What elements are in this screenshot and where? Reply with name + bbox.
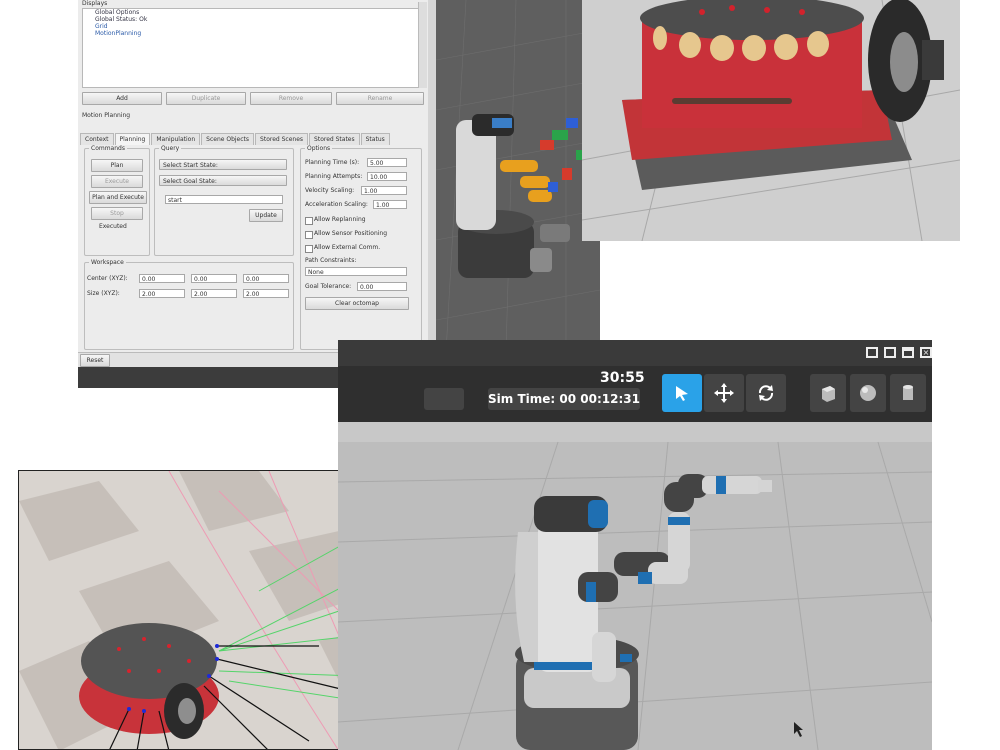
duplicate-button[interactable]: Duplicate	[166, 92, 246, 105]
reset-button[interactable]: Reset	[80, 354, 110, 367]
box-shape-button[interactable]	[810, 374, 846, 412]
rotate-icon	[758, 385, 774, 401]
gazebo-toolbar: 30:55 Sim Time: 00 00:12:31	[338, 366, 932, 422]
cylinder-icon	[903, 385, 913, 400]
translate-icon	[714, 383, 734, 403]
plan-and-execute-button[interactable]: Plan and Execute	[89, 191, 147, 204]
accel-scaling-field[interactable]: 1.00	[373, 200, 407, 209]
center-label: Center (XYZ):	[87, 275, 128, 282]
displays-title: Displays	[82, 0, 108, 7]
allow-external-checkbox[interactable]	[305, 245, 313, 253]
path-constraints-label: Path Constraints:	[305, 257, 357, 264]
minimize-icon[interactable]	[884, 347, 896, 358]
display-buttons-row: Add Duplicate Remove Rename	[78, 92, 428, 105]
tree-scrollbar[interactable]	[418, 2, 427, 88]
tab-context[interactable]: Context	[80, 133, 114, 145]
update-button[interactable]: Update	[249, 209, 283, 222]
rename-button[interactable]: Rename	[336, 92, 424, 105]
gazebo-window: × 30:55 Sim Time: 00 00:12:31	[338, 340, 932, 750]
displays-tree[interactable]: Global Options Global Status: Ok Grid Mo…	[82, 8, 424, 88]
center-z-field[interactable]: 0.00	[243, 274, 289, 283]
cylinder-shape-button[interactable]	[890, 374, 926, 412]
turtlebot-closeup-view[interactable]	[582, 0, 960, 241]
allow-replanning-label: Allow Replanning	[314, 216, 366, 223]
workspace-title: Workspace	[89, 259, 126, 266]
velocity-scaling-label: Velocity Scaling:	[305, 187, 355, 194]
translate-tool-button[interactable]	[704, 374, 744, 412]
options-group: Options Planning Time (s): 5.00 Planning…	[300, 145, 422, 350]
sphere-icon	[860, 385, 876, 401]
rviz-window: Displays Global Options Global Status: O…	[78, 0, 600, 388]
tree-item-global-status[interactable]: Global Status: Ok	[83, 16, 423, 23]
execution-status: Executed	[99, 223, 127, 230]
planning-attempts-field[interactable]: 10.00	[367, 172, 407, 181]
commands-title: Commands	[89, 145, 127, 152]
allow-sensor-checkbox[interactable]	[305, 231, 313, 239]
center-y-field[interactable]: 0.00	[191, 274, 237, 283]
tab-status[interactable]: Status	[360, 133, 390, 145]
rviz-3d-view[interactable]	[436, 0, 600, 352]
options-title: Options	[305, 145, 333, 152]
plan-button[interactable]: Plan	[91, 159, 143, 172]
planning-tabs: Context Planning Manipulation Scene Objects…	[80, 126, 391, 145]
select-goal-state[interactable]: Select Goal State:	[159, 175, 287, 186]
stop-button[interactable]: Stop	[91, 207, 143, 220]
goal-tolerance-field[interactable]: 0.00	[357, 282, 407, 291]
add-button[interactable]: Add	[82, 92, 162, 105]
select-tool-button[interactable]	[662, 374, 702, 412]
gazebo-title-bar: ×	[338, 340, 932, 366]
sim-time-readout: Sim Time: 00 00:12:31	[488, 388, 640, 410]
real-time-readout: 30:55	[600, 370, 645, 386]
tab-stored-states[interactable]: Stored States	[309, 133, 360, 145]
motion-planning-title: Motion Planning	[82, 112, 131, 119]
panel-splitter[interactable]	[428, 0, 436, 352]
tab-manipulation[interactable]: Manipulation	[151, 133, 201, 145]
rviz-robot-render	[436, 0, 600, 352]
tab-stored-scenes[interactable]: Stored Scenes	[255, 133, 309, 145]
allow-sensor-label: Allow Sensor Positioning	[314, 230, 388, 237]
size-y-field[interactable]: 2.00	[191, 289, 237, 298]
toolbar-left-button[interactable]	[424, 388, 464, 410]
query-title: Query	[159, 145, 182, 152]
clear-octomap-button[interactable]: Clear octomap	[305, 297, 409, 310]
planning-time-label: Planning Time (s):	[305, 159, 360, 166]
restore-icon[interactable]	[866, 347, 878, 358]
planning-attempts-label: Planning Attempts:	[305, 173, 363, 180]
tree-item-global-options[interactable]: Global Options	[83, 9, 423, 16]
center-x-field[interactable]: 0.00	[139, 274, 185, 283]
state-select[interactable]: start	[165, 195, 283, 204]
size-x-field[interactable]: 2.00	[139, 289, 185, 298]
rotate-tool-button[interactable]	[746, 374, 786, 412]
velocity-scaling-field[interactable]: 1.00	[361, 186, 407, 195]
allow-external-label: Allow External Comm.	[314, 244, 381, 251]
commands-group: Commands Plan Execute Plan and Execute S…	[84, 145, 150, 256]
accel-scaling-label: Acceleration Scaling:	[305, 201, 368, 208]
turtlebot-closeup-render	[582, 0, 960, 241]
planning-time-field[interactable]: 5.00	[367, 158, 407, 167]
gazebo-3d-view[interactable]	[338, 422, 932, 750]
close-icon[interactable]: ×	[920, 347, 932, 358]
query-group: Query Select Start State: Select Goal St…	[154, 145, 294, 256]
goal-tolerance-label: Goal Tolerance:	[305, 283, 352, 290]
execute-button[interactable]: Execute	[91, 175, 143, 188]
select-start-state[interactable]: Select Start State:	[159, 159, 287, 170]
tab-scene-objects[interactable]: Scene Objects	[201, 133, 255, 145]
tree-item-motion-planning[interactable]: MotionPlanning	[83, 30, 423, 37]
select-arrow-icon	[676, 386, 688, 401]
tab-planning[interactable]: Planning	[114, 133, 151, 145]
box-icon	[822, 386, 835, 402]
rviz-left-panel: Displays Global Options Global Status: O…	[78, 0, 428, 352]
tree-item-grid[interactable]: Grid	[83, 23, 423, 30]
allow-replanning-checkbox[interactable]	[305, 217, 313, 225]
path-constraints-select[interactable]: None	[305, 267, 407, 276]
maximize-icon[interactable]	[902, 347, 914, 358]
size-label: Size (XYZ):	[87, 290, 120, 297]
sphere-shape-button[interactable]	[850, 374, 886, 412]
fetch-robot-render	[338, 422, 932, 750]
remove-button[interactable]: Remove	[250, 92, 332, 105]
size-z-field[interactable]: 2.00	[243, 289, 289, 298]
workspace-group: Workspace Center (XYZ): 0.00 0.00 0.00 S…	[84, 259, 294, 350]
